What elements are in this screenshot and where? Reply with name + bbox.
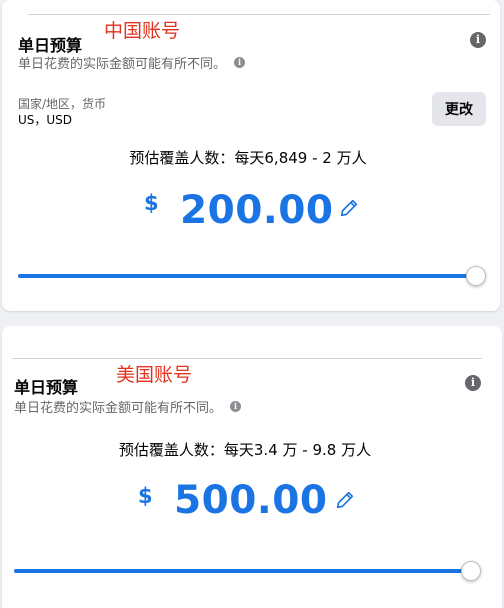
currency-label: 国家/地区，货币	[18, 97, 107, 111]
budget-heading: 单日预算	[14, 378, 79, 397]
budget-slider-track[interactable]	[14, 569, 470, 573]
account-annotation-label: 美国账号	[116, 364, 193, 386]
budget-subtext: 单日花费的实际金额可能有所不同。 i	[14, 397, 242, 416]
budget-slider-thumb[interactable]	[461, 561, 481, 581]
divider	[12, 358, 482, 359]
divider	[28, 14, 490, 15]
estimated-reach: 预估覆盖人数：每天3.4 万 - 9.8 万人	[118, 441, 372, 459]
info-icon[interactable]: i	[230, 401, 242, 412]
budget-slider-track[interactable]	[18, 274, 476, 278]
estimated-reach: 预估覆盖人数：每天6,849 - 2 万人	[129, 149, 367, 167]
budget-slider-thumb[interactable]	[466, 266, 486, 286]
info-icon[interactable]: i	[465, 375, 481, 391]
account-annotation-label: 中国账号	[104, 20, 181, 42]
currency-symbol: $	[144, 191, 159, 215]
currency-symbol: $	[138, 484, 153, 508]
budget-subtext: 单日花费的实际金额可能有所不同。 i	[18, 53, 246, 72]
pencil-icon[interactable]	[338, 197, 360, 219]
budget-card-usa: 美国账号 单日预算 单日花费的实际金额可能有所不同。 i i 预估覆盖人数：每天…	[2, 326, 502, 608]
info-icon[interactable]: i	[470, 32, 486, 48]
budget-subtext-label: 单日花费的实际金额可能有所不同。	[18, 57, 227, 72]
info-icon[interactable]: i	[234, 57, 246, 68]
currency-value: US，USD	[18, 113, 73, 127]
budget-subtext-label: 单日花费的实际金额可能有所不同。	[14, 401, 223, 416]
budget-amount[interactable]: 500.00	[174, 478, 328, 523]
pencil-icon[interactable]	[334, 489, 356, 511]
change-currency-button[interactable]: 更改	[432, 92, 486, 126]
budget-card-china: 中国账号 单日预算 单日花费的实际金额可能有所不同。 i i 国家/地区，货币 …	[2, 0, 500, 311]
budget-amount[interactable]: 200.00	[180, 188, 334, 233]
